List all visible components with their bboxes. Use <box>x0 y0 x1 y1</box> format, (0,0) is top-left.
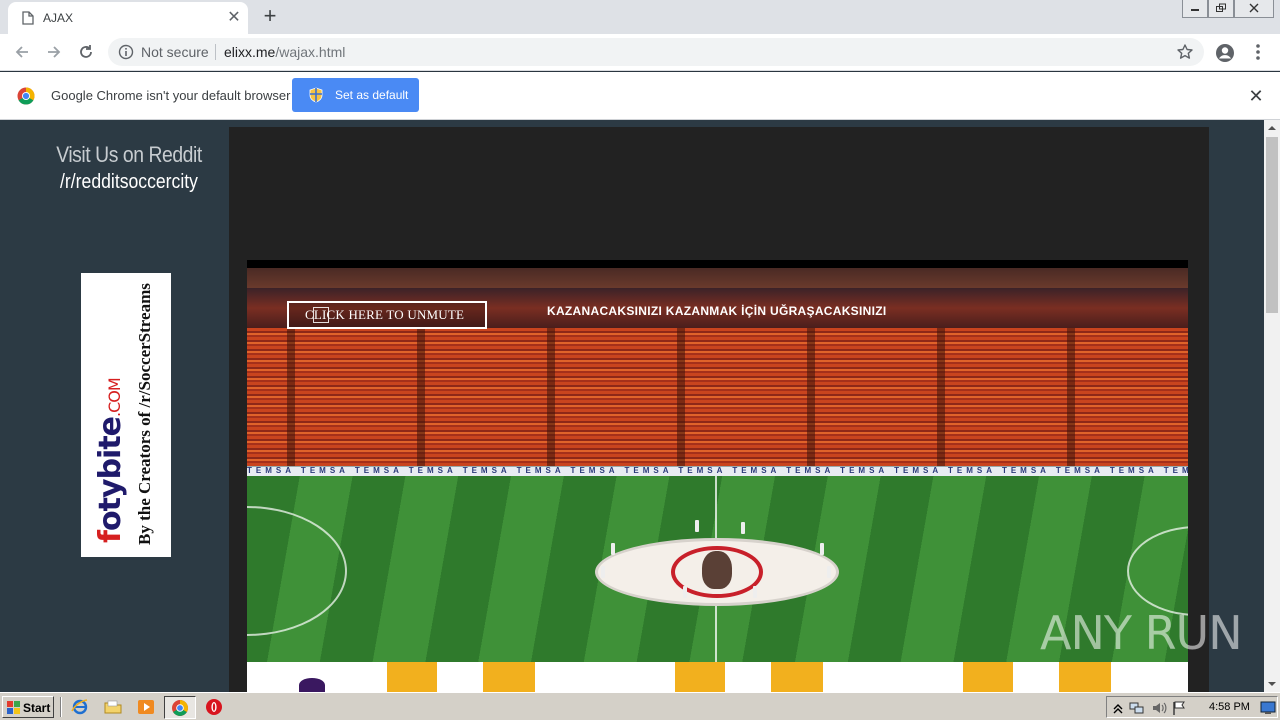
chrome-icon <box>171 699 189 717</box>
flag-icon[interactable] <box>1171 700 1187 716</box>
windows-taskbar: Start 4:58 PM <box>0 692 1280 720</box>
tab-close-icon[interactable]: ✕ <box>224 8 244 28</box>
ad-brand-rest: otybite <box>93 416 128 531</box>
system-tray: 4:58 PM <box>1106 696 1278 718</box>
page-scrollbar[interactable] <box>1264 120 1280 692</box>
stadium-crowd <box>247 328 1188 466</box>
scroll-thumb[interactable] <box>1266 137 1278 313</box>
forward-button[interactable] <box>42 40 66 64</box>
reddit-heading: Visit Us on Reddit <box>56 142 202 167</box>
tray-arrow-icon[interactable] <box>1110 700 1126 716</box>
centre-portrait <box>702 551 732 589</box>
scroll-up-icon[interactable] <box>1264 120 1280 136</box>
shield-icon <box>309 87 323 103</box>
opera-icon[interactable] <box>205 698 223 716</box>
windows-flag-icon <box>7 701 21 715</box>
chrome-logo-icon <box>17 87 35 105</box>
address-bar[interactable]: Not secure elixx.me/wajax.html <box>108 38 1204 66</box>
forward-arrow-icon <box>42 43 66 61</box>
unmute-button[interactable]: CLICK HERE TO UNMUTE <box>287 301 487 329</box>
footybite-ad[interactable]: fotybite.COM By the Creators of /r/Socce… <box>81 273 171 557</box>
restore-button[interactable] <box>1208 0 1234 18</box>
stadium-banner-text: KAZANACAKSINIZI KAZANMAK İÇİN UĞRAŞACAKS… <box>547 304 887 318</box>
start-label: Start <box>23 701 51 715</box>
ad-brand-suffix: .COM <box>105 378 124 417</box>
url-host: elixx.me <box>224 44 276 60</box>
infobar-close-icon[interactable]: ✕ <box>1246 86 1266 106</box>
video-top-edge <box>247 260 1188 268</box>
folder-icon[interactable] <box>104 698 122 716</box>
subreddit-link[interactable]: /r/redditsoccercity <box>15 171 242 194</box>
pitch-adboard-text: TEMSA TEMSA TEMSA TEMSA TEMSA TEMSA TEMS… <box>247 466 1188 475</box>
security-label[interactable]: Not secure <box>141 44 209 60</box>
start-button[interactable]: Start <box>2 696 54 718</box>
page-icon <box>22 11 34 25</box>
clock[interactable]: 4:58 PM <box>1209 701 1250 713</box>
ad-tagline: By the Creators of /r/SoccerStreams <box>135 283 154 545</box>
omnibox-divider <box>215 44 216 60</box>
reload-icon <box>74 43 98 61</box>
scroll-down-icon[interactable] <box>1264 676 1280 692</box>
set-as-default-button[interactable]: Set as default <box>292 78 419 112</box>
minimize-button[interactable] <box>1182 0 1208 18</box>
url-path: /wajax.html <box>275 44 346 60</box>
ie-icon[interactable] <box>71 698 89 716</box>
ad-brand: fotybite.COM <box>93 378 128 543</box>
media-player-icon[interactable] <box>137 698 155 716</box>
monitor-icon[interactable] <box>1260 700 1276 716</box>
menu-dots-icon[interactable] <box>1250 42 1266 64</box>
browser-toolbar: Not secure elixx.me/wajax.html <box>0 34 1280 71</box>
reload-button[interactable] <box>74 40 98 64</box>
volume-icon[interactable] <box>1151 700 1167 716</box>
url-text[interactable]: elixx.me/wajax.html <box>224 44 345 60</box>
new-tab-button[interactable]: + <box>258 5 282 29</box>
network-icon[interactable] <box>1129 700 1145 716</box>
close-window-button[interactable] <box>1234 0 1274 18</box>
info-icon[interactable] <box>118 44 134 60</box>
default-browser-infobar: Google Chrome isn't your default browser… <box>0 72 1280 120</box>
back-arrow-icon <box>10 43 34 61</box>
ad-brand-lead: f <box>93 530 128 543</box>
sideline-banner <box>247 662 1188 692</box>
set-as-default-label: Set as default <box>335 88 409 102</box>
anyrun-watermark: ANY RUN <box>1040 606 1243 660</box>
ad-content: fotybite.COM By the Creators of /r/Socce… <box>81 273 171 557</box>
tab-title: AJAX <box>43 11 74 25</box>
account-icon[interactable] <box>1214 42 1236 64</box>
back-button[interactable] <box>10 40 34 64</box>
star-icon[interactable] <box>1176 43 1194 61</box>
infobar-message: Google Chrome isn't your default browser <box>51 88 291 103</box>
speaker-icon <box>313 307 329 323</box>
league-logo-icon <box>299 678 325 692</box>
chrome-taskbar-button[interactable] <box>164 696 196 719</box>
tab-ajax[interactable]: AJAX ✕ <box>8 2 248 34</box>
stadium-roof <box>247 268 1188 288</box>
taskbar-divider <box>60 697 62 717</box>
tab-strip: AJAX ✕ + <box>0 0 1280 34</box>
